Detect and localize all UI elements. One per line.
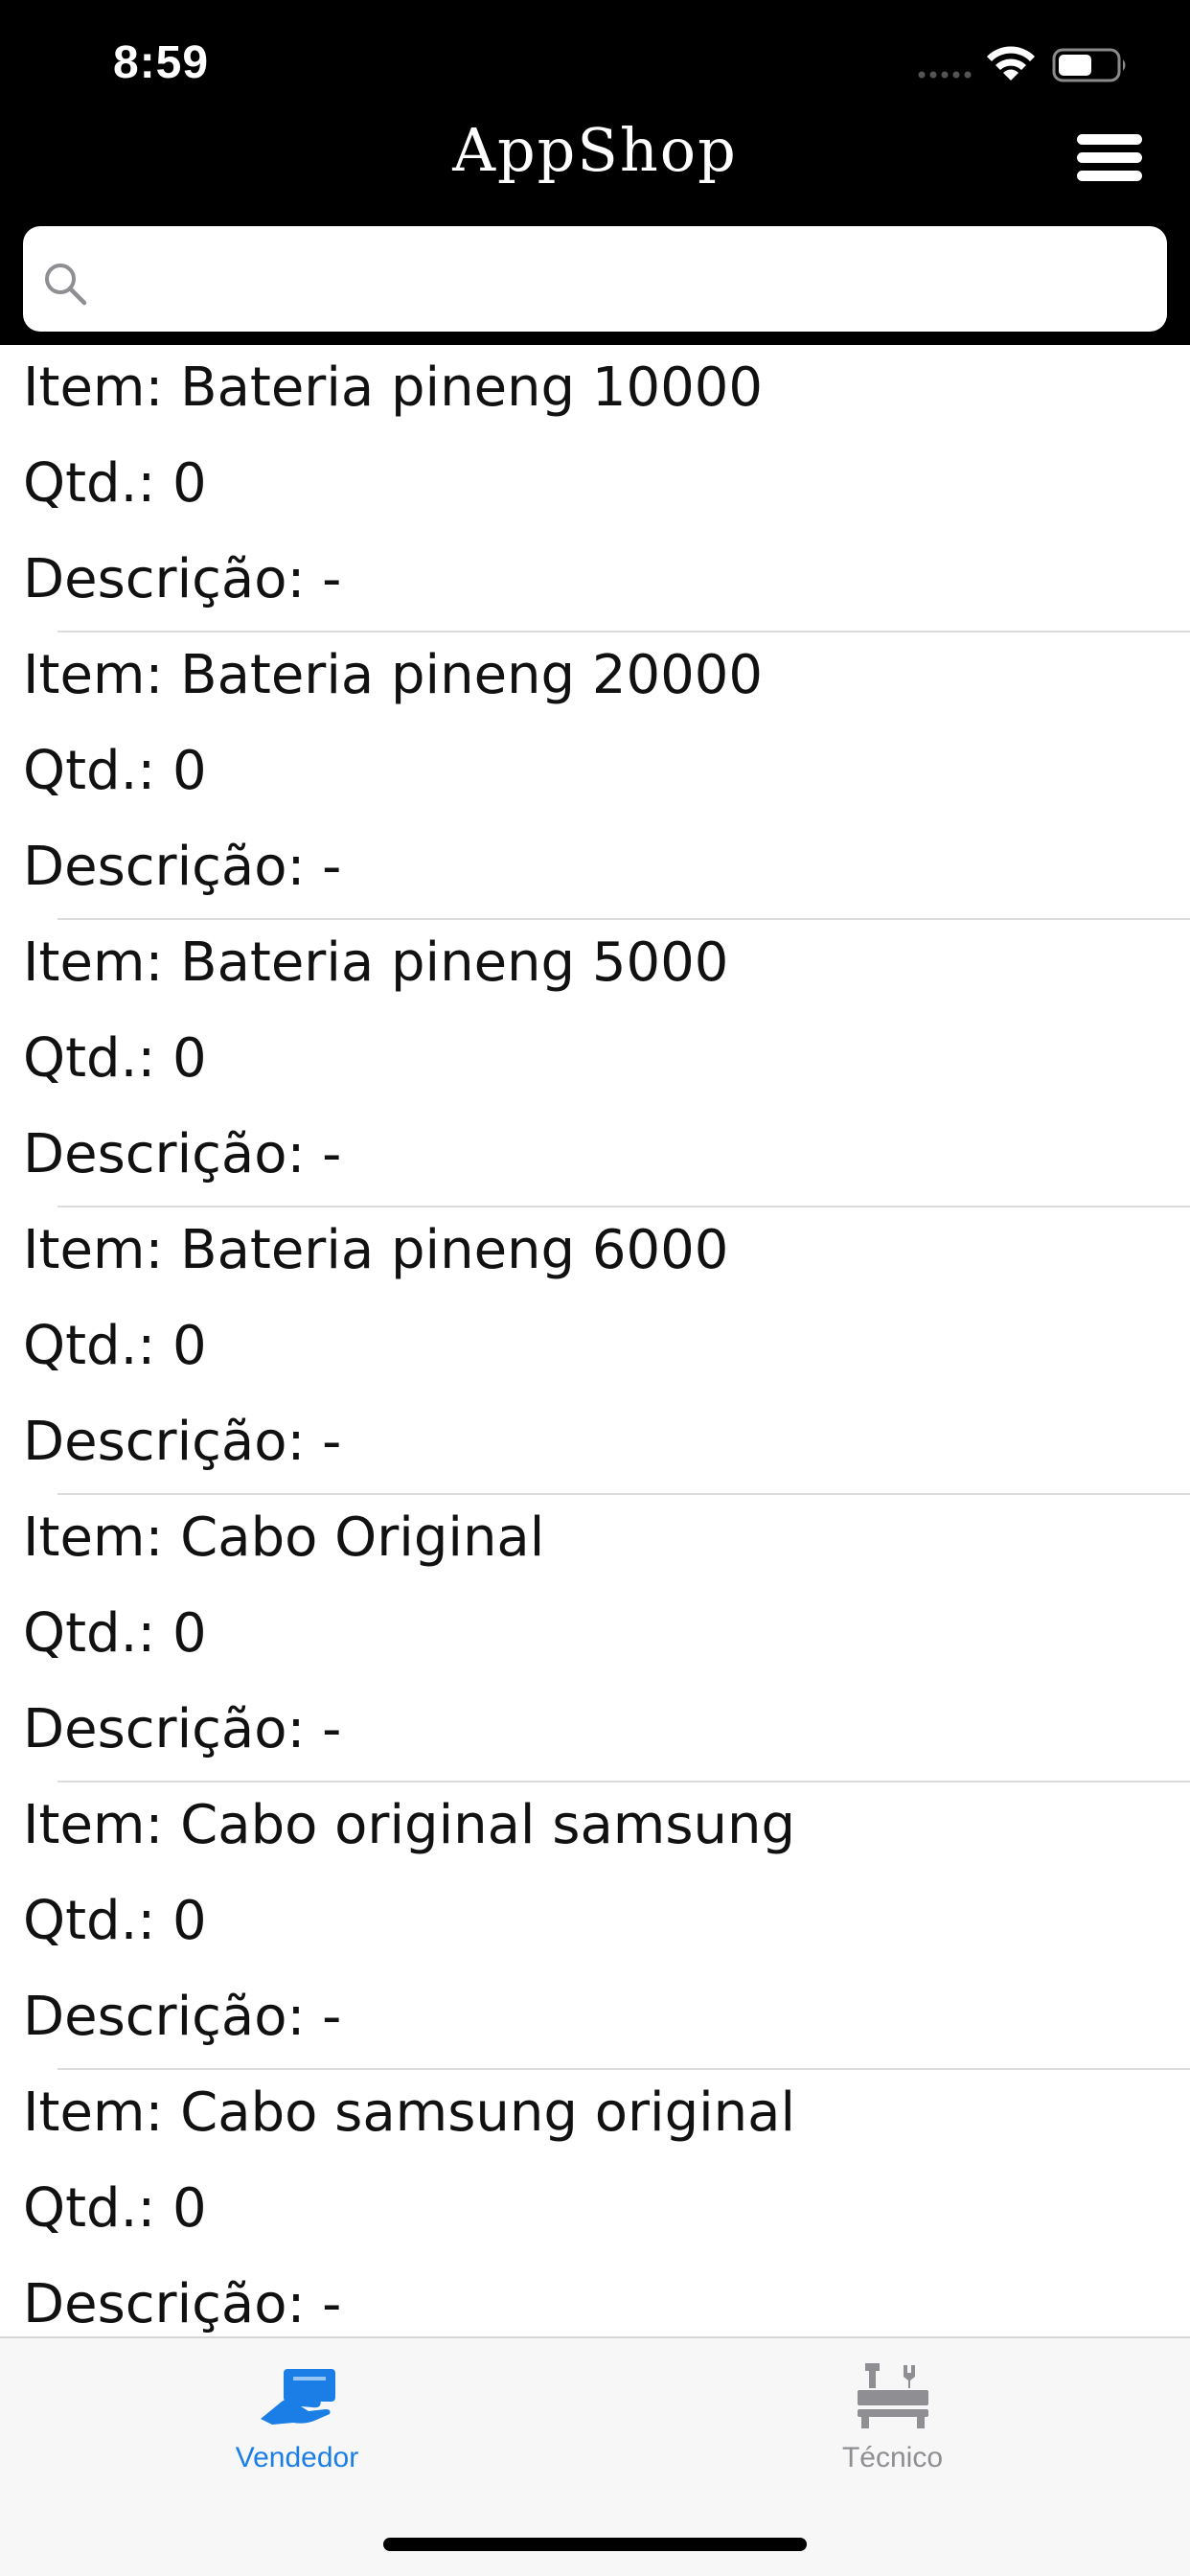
cellular-signal-icon [918,71,972,79]
item-quantity: Qtd.: 0 [23,452,207,515]
list-item[interactable]: Item: Bateria pineng 20000 Qtd.: 0 Descr… [0,632,1190,920]
list-item[interactable]: Item: Bateria pineng 6000 Qtd.: 0 Descri… [0,1208,1190,1495]
tab-tecnico[interactable]: Técnico [595,2338,1190,2501]
item-quantity: Qtd.: 0 [23,740,207,802]
search-icon [45,264,87,306]
item-name: Item: Cabo Original [23,1506,545,1569]
tab-label: Vendedor [235,2442,359,2473]
app-title: AppShop [452,115,738,185]
hamburger-menu-icon [1077,134,1142,181]
list-item[interactable]: Item: Bateria pineng 10000 Qtd.: 0 Descr… [0,345,1190,632]
menu-button[interactable] [1071,130,1148,186]
item-description: Descrição: - [23,1986,342,2048]
list-item[interactable]: Item: Cabo samsung original Qtd.: 0 Desc… [0,2070,1190,2336]
item-quantity: Qtd.: 0 [23,1315,207,1377]
search-bar [0,216,1190,345]
home-indicator[interactable] [383,2538,807,2551]
battery-icon [1052,48,1126,82]
list-item[interactable]: Item: Bateria pineng 5000 Qtd.: 0 Descri… [0,920,1190,1208]
item-name: Item: Cabo samsung original [23,2082,796,2144]
item-name: Item: Bateria pineng 6000 [23,1219,729,1281]
item-name: Item: Bateria pineng 20000 [23,644,764,706]
item-quantity: Qtd.: 0 [23,1602,207,1665]
item-name: Item: Bateria pineng 5000 [23,932,729,994]
item-quantity: Qtd.: 0 [23,1890,207,1952]
item-description: Descrição: - [23,2273,342,2335]
list-item[interactable]: Item: Cabo Original Qtd.: 0 Descrição: - [0,1495,1190,1782]
wifi-icon [987,46,1035,80]
navigation-bar: AppShop [0,105,1190,216]
list-item[interactable]: Item: Cabo original samsung Qtd.: 0 Desc… [0,1782,1190,2070]
search-field[interactable] [23,226,1167,334]
item-quantity: Qtd.: 0 [23,2177,207,2240]
item-description: Descrição: - [23,1698,342,1760]
item-description: Descrição: - [23,548,342,610]
seller-hand-icon [261,2369,335,2425]
item-name: Item: Cabo original samsung [23,1794,796,1856]
item-description: Descrição: - [23,836,342,898]
technician-toolbox-icon [858,2363,928,2428]
item-name: Item: Bateria pineng 10000 [23,356,764,419]
tab-label: Técnico [841,2442,944,2473]
search-input[interactable] [103,226,1152,334]
item-description: Descrição: - [23,1411,342,1473]
status-time: 8:59 [113,37,210,88]
tab-vendedor[interactable]: Vendedor [0,2338,595,2501]
item-quantity: Qtd.: 0 [23,1027,207,1090]
item-description: Descrição: - [23,1123,342,1185]
item-list[interactable]: Item: Bateria pineng 10000 Qtd.: 0 Descr… [0,345,1190,2336]
